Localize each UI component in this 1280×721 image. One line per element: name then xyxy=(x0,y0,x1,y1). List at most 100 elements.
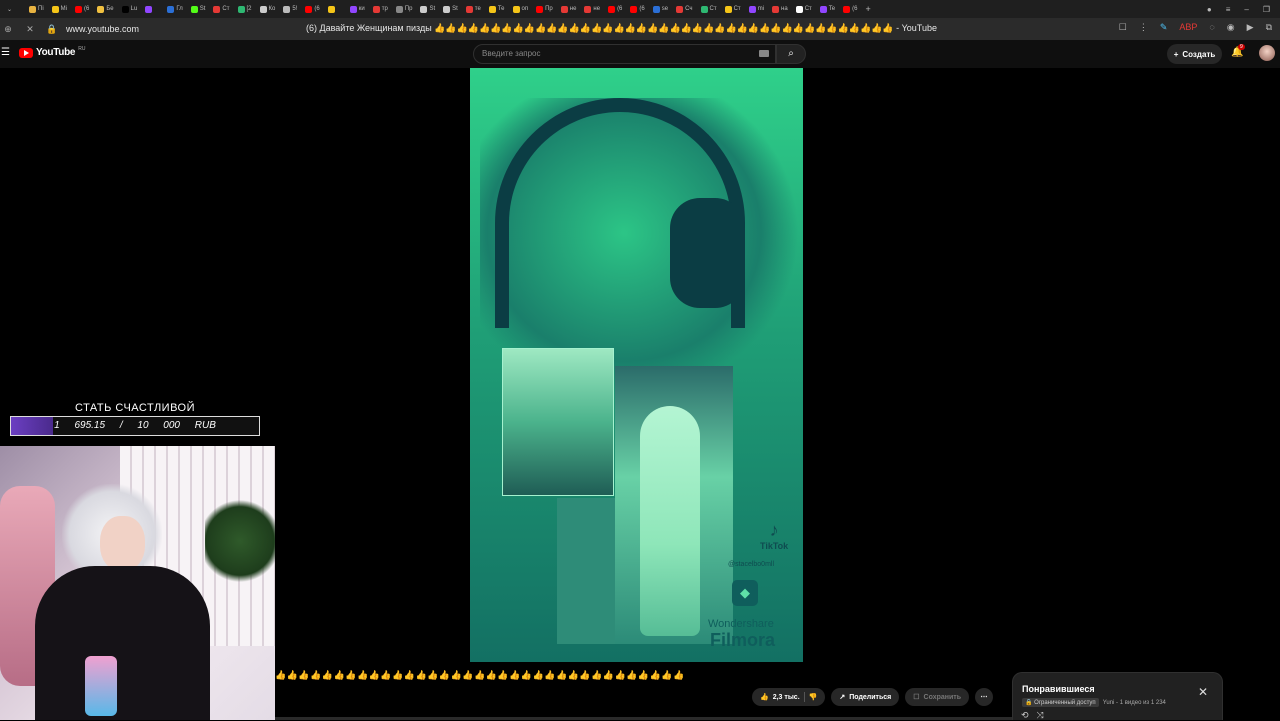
filmora-text: Filmora xyxy=(710,630,776,650)
avatar[interactable] xyxy=(1259,45,1275,61)
create-button[interactable]: + Создать xyxy=(1167,44,1222,64)
lock-icon: 🔒 xyxy=(1025,700,1033,706)
tab-list-button[interactable]: ⌄ xyxy=(4,2,24,16)
browser-tab[interactable]: (6 xyxy=(302,2,322,16)
browser-tab[interactable]: Ко xyxy=(257,2,279,16)
notifications-button[interactable]: 🔔 9 xyxy=(1231,44,1245,58)
browser-tab[interactable]: на xyxy=(769,2,791,16)
browser-tab[interactable]: St xyxy=(417,2,438,16)
playlist-meta-text: Yuni - 1 видео из 1 234 xyxy=(1102,699,1166,706)
extension-icon-2[interactable]: ABP xyxy=(1179,22,1197,33)
browser-tab[interactable]: те xyxy=(463,2,484,16)
browser-tab[interactable]: Ст xyxy=(722,2,744,16)
tab-label: те xyxy=(474,6,481,12)
playlist-title[interactable]: Понравившиеся xyxy=(1022,684,1095,694)
extension-icon-3[interactable]: ◌ xyxy=(1209,22,1214,33)
extension-icon-1[interactable]: ✎ xyxy=(1160,22,1168,33)
save-button[interactable]: ☐ Сохранить xyxy=(905,688,970,706)
browser-tab[interactable]: 5! xyxy=(280,2,300,16)
tab-favicon-icon xyxy=(121,5,129,13)
tab-favicon-icon xyxy=(283,5,291,13)
restore-button[interactable]: ❐ xyxy=(1263,5,1270,14)
profile-icon[interactable]: ● xyxy=(1207,5,1212,14)
tab-label: (6 xyxy=(639,6,645,12)
thumbs-down-icon: 👎 xyxy=(808,694,818,701)
extensions-icon[interactable]: ⊕ xyxy=(0,24,16,35)
tab-favicon-icon xyxy=(512,5,520,13)
tab-favicon-icon xyxy=(536,5,544,13)
extension-icon-4[interactable]: ◉ xyxy=(1227,22,1235,33)
browser-tab[interactable]: (6 xyxy=(627,2,647,16)
browser-tab[interactable]: mi xyxy=(746,2,767,16)
browser-tab[interactable]: не xyxy=(558,2,580,16)
wondershare-text: Wondershare xyxy=(708,618,774,630)
more-actions-button[interactable]: ⋯ xyxy=(975,688,994,706)
extension-icon-5[interactable]: ▶ xyxy=(1247,22,1254,33)
tab-favicon-icon xyxy=(465,5,473,13)
browser-tab[interactable]: (6 xyxy=(840,2,860,16)
new-tab-button[interactable]: + xyxy=(862,2,882,16)
search-input[interactable]: Введите запрос xyxy=(473,44,776,64)
browser-tab[interactable]: тр xyxy=(370,2,391,16)
video-photo-1 xyxy=(502,348,614,496)
bookmark-icon[interactable]: ☐ xyxy=(1119,22,1127,33)
browser-tab[interactable]: Mi xyxy=(49,2,70,16)
minimize-button[interactable]: – xyxy=(1244,5,1248,14)
dislike-button[interactable]: 👎 xyxy=(809,693,818,701)
browser-tab[interactable]: Ст xyxy=(793,2,815,16)
browser-tab[interactable]: Пі xyxy=(26,2,47,16)
browser-tab[interactable]: Пр xyxy=(533,2,556,16)
tab-label: (6 xyxy=(852,6,858,12)
browser-tab[interactable] xyxy=(142,2,162,16)
browser-tab[interactable]: ки xyxy=(347,2,368,16)
extension-icon-6[interactable]: ⧉ xyxy=(1266,22,1272,33)
browser-tab[interactable]: Сч xyxy=(673,2,695,16)
browser-tab[interactable]: Ст xyxy=(698,2,720,16)
site-info-icon[interactable]: 🔒 xyxy=(44,24,60,35)
browser-tab[interactable]: Lu xyxy=(119,2,141,16)
tab-label: (6 xyxy=(617,6,623,12)
browser-tab[interactable]: [2 xyxy=(235,2,255,16)
save-label: Сохранить xyxy=(923,693,962,701)
playlist-access-badge: 🔒 Ограниченный доступ xyxy=(1022,698,1099,707)
search-button[interactable]: ⌕ xyxy=(776,44,806,64)
browser-tab[interactable]: (6 xyxy=(605,2,625,16)
tab-label: se xyxy=(661,6,669,12)
video-player[interactable]: ♪ TikTok @stacelbo0mll ◆ Wondershare Fil… xyxy=(470,68,803,662)
video-dress xyxy=(640,406,700,636)
browser-tab[interactable]: Пр xyxy=(393,2,416,16)
browser-tab[interactable]: Бе xyxy=(94,2,116,16)
browser-tab[interactable]: (6 xyxy=(72,2,92,16)
browser-tab[interactable]: Те xyxy=(486,2,508,16)
browser-tab[interactable]: se xyxy=(650,2,671,16)
address-bar-actions: ☐ ⋮ ✎ ABP ◌ ◉ ▶ ⧉ xyxy=(1119,22,1272,33)
browser-tab[interactable]: не xyxy=(581,2,603,16)
webcam-overlay xyxy=(0,446,275,720)
close-loading-icon[interactable]: ✕ xyxy=(22,24,38,35)
browser-tab[interactable]: St xyxy=(188,2,209,16)
loop-icon[interactable]: ⟲ xyxy=(1021,710,1029,721)
browser-tab[interactable]: St xyxy=(440,2,461,16)
tab-favicon-icon xyxy=(700,5,708,13)
menu-icon[interactable]: ☰ xyxy=(1,47,10,58)
youtube-logo[interactable]: YouTube RU xyxy=(19,46,85,58)
tab-favicon-icon xyxy=(327,5,335,13)
menu-icon[interactable]: ≡ xyxy=(1226,5,1231,14)
browser-tab[interactable]: Te xyxy=(817,2,838,16)
like-button[interactable]: 👍 2,3 тыс. xyxy=(760,693,800,702)
tab-label: Ст xyxy=(222,6,230,12)
browser-tab[interactable] xyxy=(325,2,345,16)
shuffle-icon[interactable]: ⤨ xyxy=(1037,710,1044,721)
playlist-close-button[interactable]: ✕ xyxy=(1198,685,1208,699)
more-icon[interactable]: ⋮ xyxy=(1139,22,1148,33)
browser-tab[interactable]: Ст xyxy=(210,2,232,16)
tab-label: (6 xyxy=(314,6,320,12)
keyboard-icon[interactable] xyxy=(759,50,769,57)
share-button[interactable]: ↗ Поделиться xyxy=(831,688,900,706)
browser-tab[interactable]: оп xyxy=(510,2,532,16)
tab-label: [2 xyxy=(246,6,252,12)
tab-label: оп xyxy=(521,6,529,12)
video-photo-3 xyxy=(557,498,615,644)
url-field[interactable]: www.youtube.com xyxy=(66,24,139,34)
browser-tab[interactable]: Гл xyxy=(164,2,185,16)
